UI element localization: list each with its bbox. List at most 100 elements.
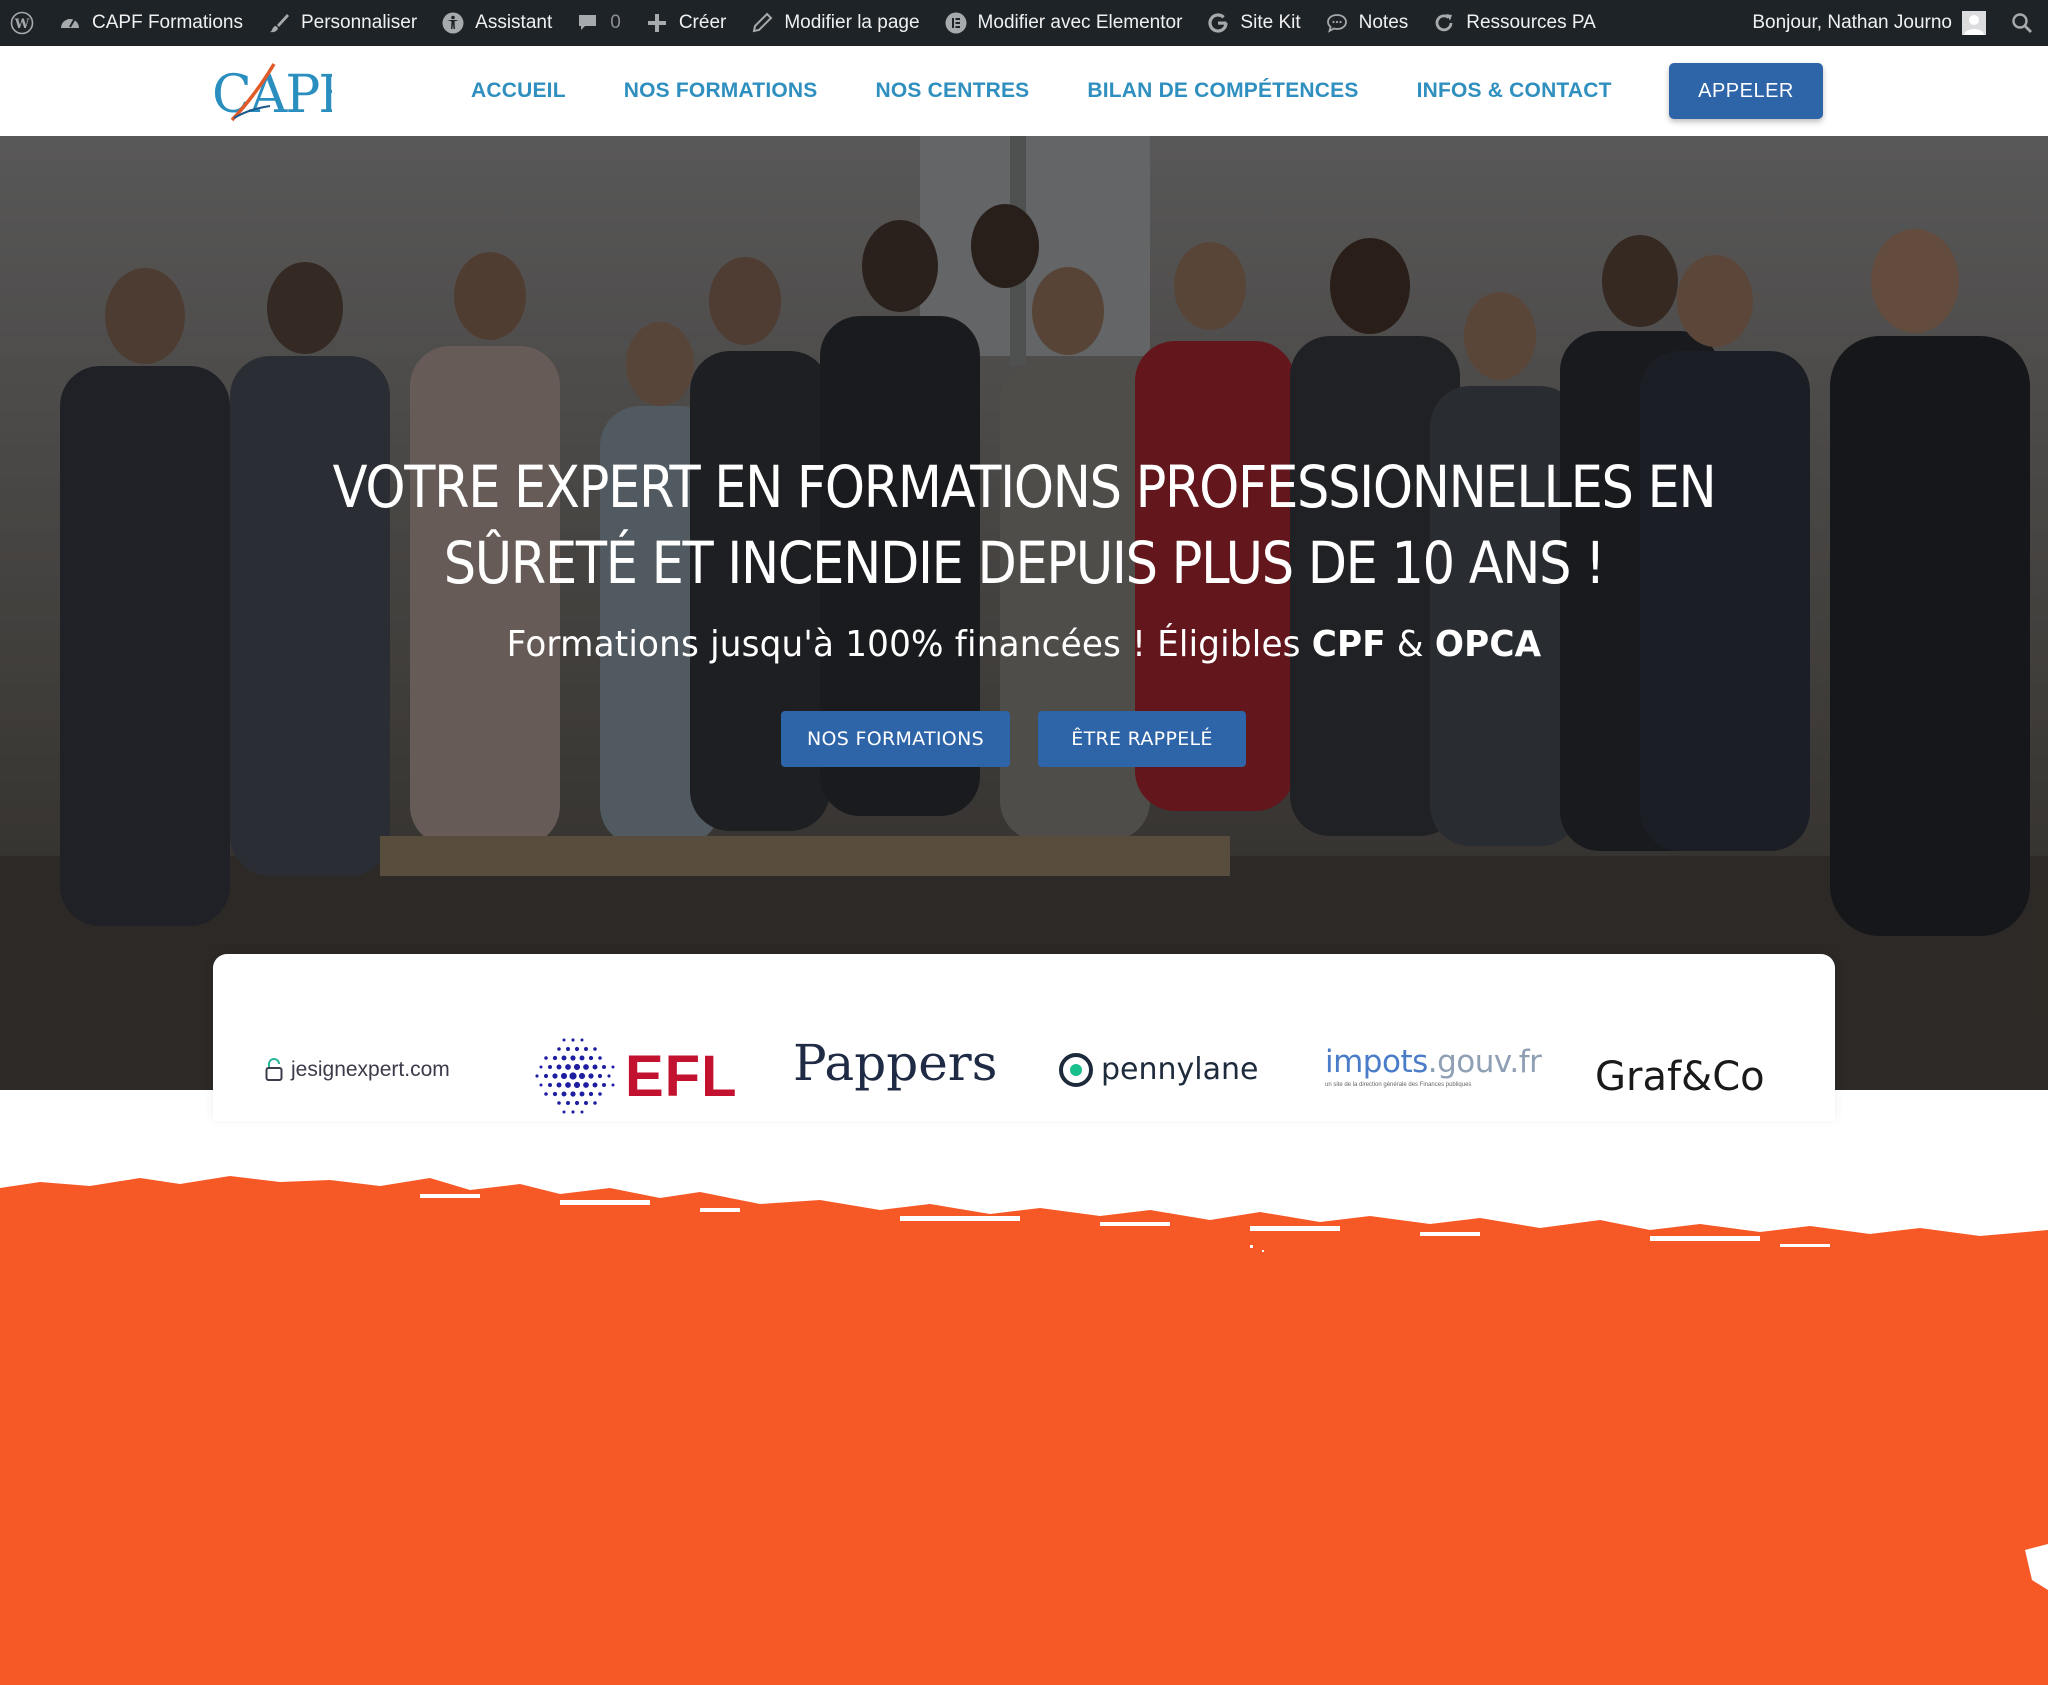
partner-pappers-label: Pappers <box>793 1034 998 1092</box>
create-label: Créer <box>678 12 727 33</box>
efl-dot <box>580 1110 584 1114</box>
svg-text:W: W <box>14 17 30 32</box>
efl-dot <box>579 1055 585 1061</box>
nos-formations-button[interactable]: NOS FORMATIONS <box>781 711 1010 767</box>
notes-label: Notes <box>1358 12 1409 33</box>
accessibility-icon <box>441 11 465 35</box>
efl-dot <box>539 1065 543 1069</box>
edit-page-link[interactable]: Modifier la page <box>738 0 931 46</box>
hero-subtitle-ampersand: & <box>1385 624 1435 665</box>
efl-dot <box>584 1101 588 1105</box>
hero-subtitle-opca: OPCA <box>1434 624 1542 665</box>
edit-elementor-link[interactable]: Modifier avec Elementor <box>932 0 1195 46</box>
partner-jesignexpert-label: jesignexpert.com <box>291 1058 450 1081</box>
efl-dot <box>570 1055 576 1061</box>
efl-dot <box>561 1055 567 1061</box>
greeting-label: Bonjour, Nathan Journo <box>1752 12 1952 33</box>
wp-admin-bar: W CAPF Formations Personnaliser Assistan… <box>0 0 2048 46</box>
impots-wordmark: impots.gouv.fr <box>1325 1044 1542 1080</box>
efl-dot <box>539 1083 543 1087</box>
refresh-icon <box>1432 11 1456 35</box>
customize-link[interactable]: Personnaliser <box>255 0 429 46</box>
admin-search-button[interactable] <box>1998 0 2048 46</box>
hero-title-line2: SÛRETÉ ET INCENDIE DEPUIS PLUS DE 10 ANS… <box>443 529 1606 597</box>
efl-dot <box>574 1100 580 1106</box>
efl-dot <box>592 1064 598 1070</box>
efl-dot <box>573 1063 581 1071</box>
efl-dot <box>588 1055 594 1061</box>
efl-dot <box>566 1101 570 1105</box>
site-kit-label: Site Kit <box>1240 12 1301 33</box>
hero-title: VOTRE EXPERT EN FORMATIONS PROFESSIONNEL… <box>299 449 1749 601</box>
efl-dot <box>583 1082 589 1088</box>
orange-brush-section <box>0 1176 2048 1685</box>
call-button[interactable]: APPELER <box>1669 63 1823 119</box>
dashboard-icon <box>58 11 82 35</box>
efl-dot <box>580 1038 584 1042</box>
nav-bilan-competences[interactable]: BILAN DE COMPÉTENCES <box>1087 79 1358 103</box>
assistant-link[interactable]: Assistant <box>429 0 564 46</box>
padlock-icon <box>265 1058 283 1081</box>
partner-pennylane[interactable]: pennylane <box>1059 1052 1258 1087</box>
impots-main-label: impots <box>1325 1044 1428 1080</box>
etre-rappele-button[interactable]: ÊTRE RAPPELÉ <box>1038 711 1246 767</box>
wordpress-icon: W <box>10 11 34 35</box>
efl-dot <box>562 1110 566 1114</box>
impots-tagline: un site de la direction générale des Fin… <box>1325 1082 1472 1088</box>
capf-logo[interactable]: CAPF <box>212 56 354 125</box>
site-name-menu[interactable]: CAPF Formations <box>46 0 255 46</box>
nav-infos-contact[interactable]: INFOS & CONTACT <box>1417 79 1612 103</box>
create-new-menu[interactable]: Créer <box>633 0 739 46</box>
site-kit-link[interactable]: Site Kit <box>1194 0 1312 46</box>
partner-impots-gouv[interactable]: impots.gouv.fr un site de la direction g… <box>1325 1044 1542 1088</box>
account-menu[interactable]: Bonjour, Nathan Journo <box>1740 0 1998 46</box>
comments-count: 0 <box>610 12 621 33</box>
efl-dot <box>557 1047 561 1051</box>
efl-dot <box>592 1082 598 1088</box>
partner-grafco[interactable]: Graf&Co <box>1595 1054 1765 1100</box>
efl-dot <box>579 1091 585 1097</box>
efl-dot <box>584 1047 588 1051</box>
notes-link[interactable]: Notes <box>1313 0 1421 46</box>
efl-dot <box>557 1101 561 1105</box>
efl-dot <box>556 1064 562 1070</box>
efl-dot <box>535 1074 539 1078</box>
impots-suffix-label: .gouv.fr <box>1427 1044 1542 1080</box>
speech-bubble-icon <box>1325 11 1349 35</box>
pennylane-logo-icon <box>1059 1052 1093 1087</box>
wordpress-logo-menu[interactable]: W <box>0 0 46 46</box>
search-icon <box>2010 11 2034 35</box>
partner-efl[interactable]: EFL <box>529 1032 738 1120</box>
efl-dot <box>544 1092 548 1096</box>
efl-dot <box>597 1073 603 1079</box>
partner-pappers[interactable]: Pappers <box>793 1034 997 1092</box>
partner-jesignexpert[interactable]: jesignexpert.com <box>265 1058 450 1082</box>
comments-link[interactable]: 0 <box>564 0 633 46</box>
resources-link[interactable]: Ressources PA <box>1420 0 1608 46</box>
hero-dark-overlay <box>0 136 2048 1090</box>
partner-grafco-label: Graf&Co <box>1595 1054 1765 1100</box>
nav-nos-centres[interactable]: NOS CENTRES <box>875 79 1029 103</box>
efl-dot <box>569 1072 577 1080</box>
efl-dot <box>552 1073 558 1079</box>
partners-logo-card: jesignexpert.com EFL Pappers pennylane i… <box>213 954 1835 1121</box>
efl-dot <box>611 1083 615 1087</box>
customize-label: Personnaliser <box>300 12 418 33</box>
edit-elementor-label: Modifier avec Elementor <box>977 12 1183 33</box>
efl-dot <box>578 1072 586 1080</box>
nav-nos-formations[interactable]: NOS FORMATIONS <box>624 79 818 103</box>
partner-efl-label: EFL <box>625 1043 738 1109</box>
assistant-label: Assistant <box>475 12 553 33</box>
hero-subtitle-text: Formations jusqu'à 100% financées ! Élig… <box>506 624 1312 665</box>
main-navigation: ACCUEIL NOS FORMATIONS NOS CENTRES BILAN… <box>442 46 1641 136</box>
efl-dot <box>565 1064 571 1070</box>
efl-dot <box>607 1074 611 1078</box>
nav-accueil[interactable]: ACCUEIL <box>471 79 566 103</box>
efl-dot <box>571 1038 575 1042</box>
efl-dot <box>588 1091 594 1097</box>
avatar <box>1962 11 1986 35</box>
elementor-icon <box>944 11 968 35</box>
efl-dot <box>544 1056 548 1060</box>
efl-dot <box>602 1065 606 1069</box>
comment-icon <box>576 11 600 35</box>
